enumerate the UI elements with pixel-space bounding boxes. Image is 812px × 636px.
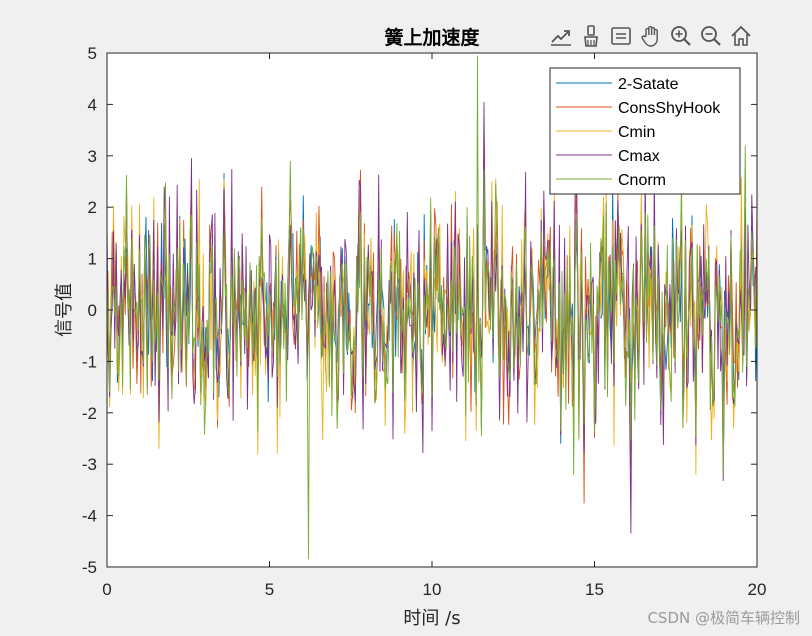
brush-icon[interactable] <box>577 21 605 51</box>
x-tick-label: 20 <box>748 580 767 599</box>
y-axis-label: 信号值 <box>54 283 75 337</box>
zoom-out-icon[interactable] <box>697 21 725 51</box>
y-tick-label: -1 <box>82 352 97 371</box>
axes-toolbar <box>547 20 755 52</box>
x-tick-label: 5 <box>265 580 274 599</box>
y-tick-label: -2 <box>82 404 97 423</box>
y-tick-label: -3 <box>82 455 97 474</box>
x-axis-label: 时间 /s <box>403 608 460 629</box>
y-tick-label: 3 <box>88 147 97 166</box>
datatip-icon[interactable] <box>607 21 635 51</box>
y-tick-label: 0 <box>88 301 97 320</box>
chart-title: 簧上加速度 <box>384 26 480 49</box>
y-tick-label: -5 <box>82 558 97 577</box>
legend-label: 2-Satate <box>618 76 679 93</box>
y-tick-label: -4 <box>82 507 97 526</box>
home-icon[interactable] <box>727 21 755 51</box>
export-icon[interactable] <box>547 21 575 51</box>
legend-label: ConsShyHook <box>618 100 721 117</box>
x-tick-label: 0 <box>102 580 111 599</box>
figure-canvas: 0 5 10 15 20 -5 -4 -3 -2 -1 0 1 2 3 4 5 簧上加速度 时间 /s 信号… <box>0 0 812 636</box>
x-tick-label: 10 <box>423 580 442 599</box>
y-tick-label: 4 <box>88 95 97 114</box>
y-tick-label: 5 <box>88 44 97 63</box>
y-tick-label: 2 <box>88 198 97 217</box>
pan-hand-icon[interactable] <box>637 21 665 51</box>
zoom-in-icon[interactable] <box>667 21 695 51</box>
x-tick-label: 15 <box>585 580 604 599</box>
legend[interactable]: 2-Satate ConsShyHook Cmin Cmax Cnorm <box>549 67 741 195</box>
legend-label: Cmax <box>618 148 660 165</box>
legend-label: Cmin <box>618 124 655 141</box>
y-tick-label: 1 <box>88 250 97 269</box>
legend-label: Cnorm <box>618 172 666 189</box>
watermark: CSDN @极简车辆控制 <box>647 609 800 627</box>
